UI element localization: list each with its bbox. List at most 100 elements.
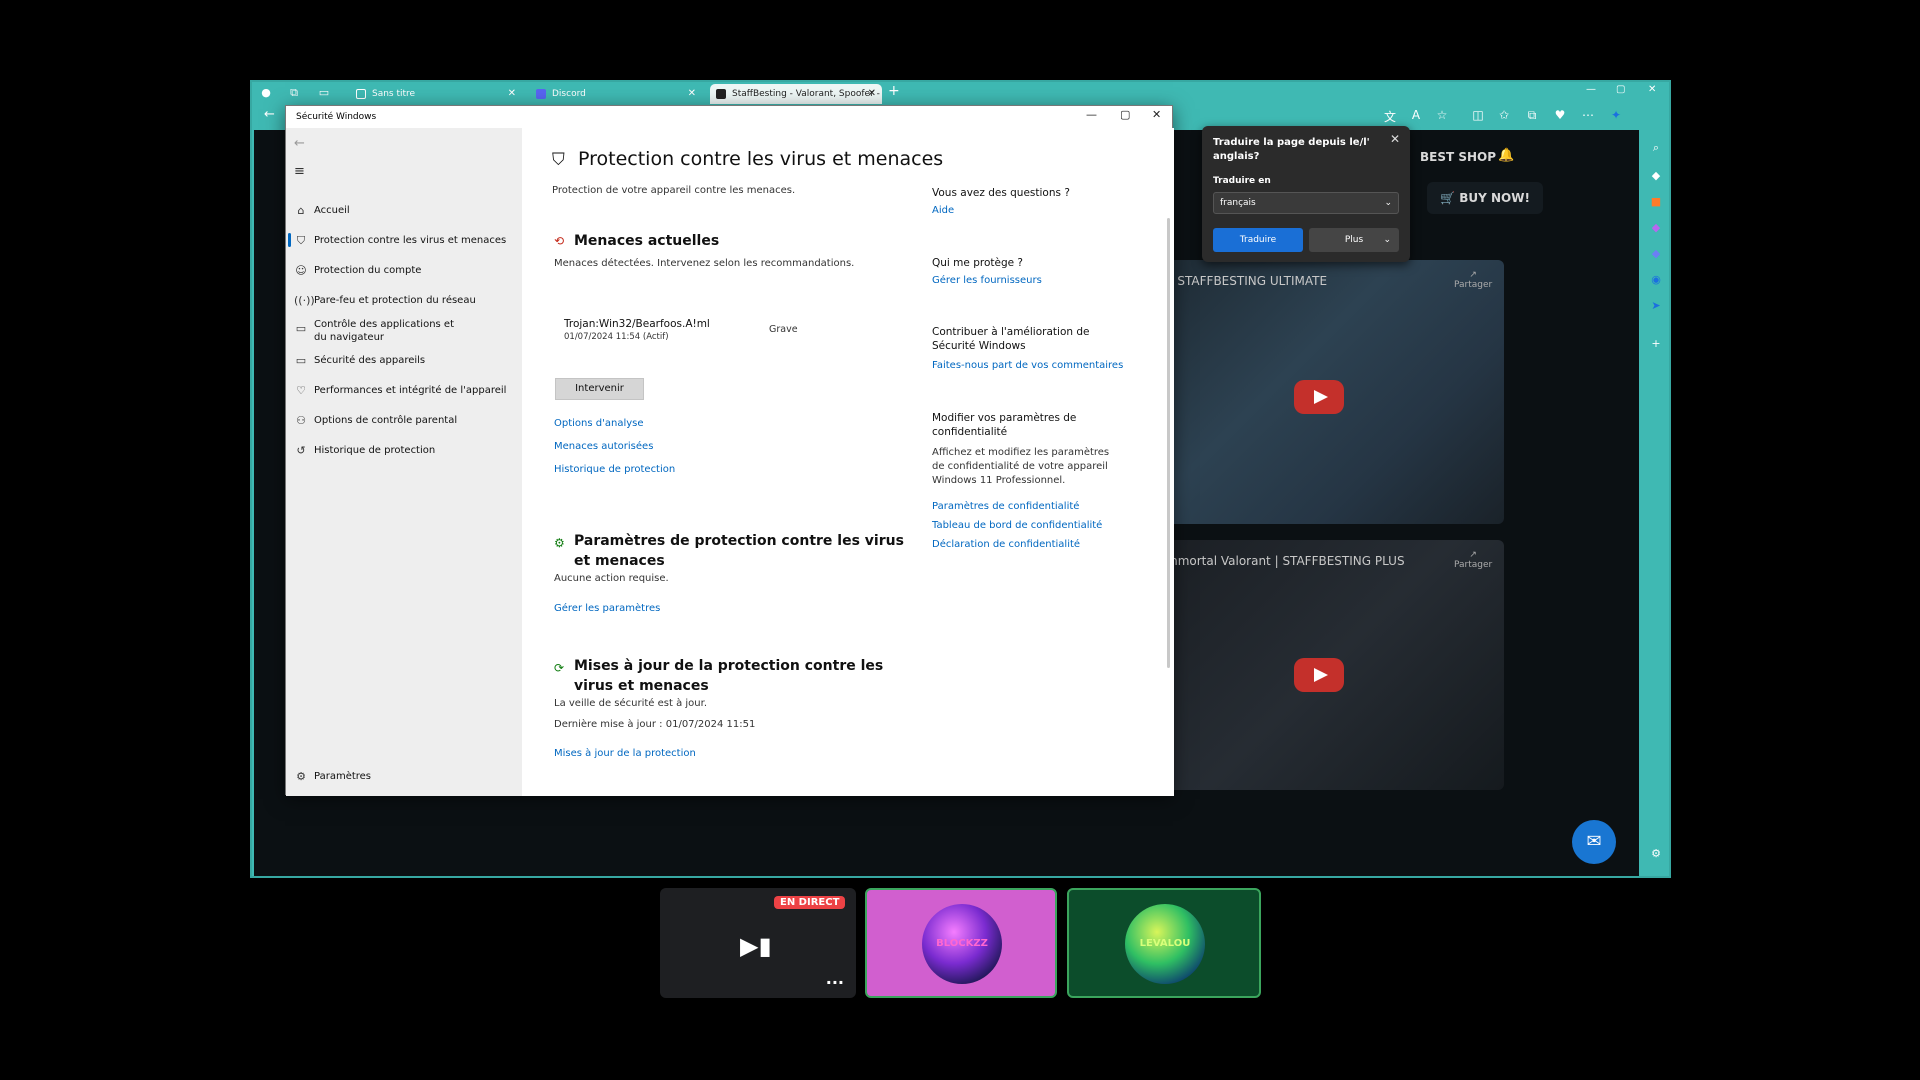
maximize-icon[interactable]: ▢: [1120, 108, 1130, 121]
home-icon: ⌂: [297, 204, 305, 217]
windows-security-window: Sécurité Windows — ▢ ✕ ← ≡ ⌂ Accueil ⛉ P…: [285, 105, 1174, 796]
participant-tile[interactable]: BLOCKZZ: [865, 888, 1057, 998]
page-icon: [356, 89, 366, 99]
video-card[interactable]: mmortal Valorant | STAFFBESTING PLUS ↗ Pa…: [1154, 540, 1504, 790]
language-select[interactable]: français ⌄: [1213, 192, 1399, 214]
manage-settings-link[interactable]: Gérer les paramètres: [554, 603, 660, 614]
new-tab-button[interactable]: +: [888, 83, 900, 99]
chevron-down-icon: ⌄: [1383, 235, 1391, 245]
buy-now-button[interactable]: 🛒 BUY NOW!: [1427, 182, 1543, 214]
close-icon[interactable]: ✕: [688, 84, 696, 104]
profile-icon[interactable]: ●: [258, 85, 274, 101]
translate-button[interactable]: Traduire: [1213, 228, 1303, 252]
share-button[interactable]: ↗ Partager: [1454, 550, 1492, 570]
scrollbar[interactable]: [1167, 218, 1170, 668]
window-title: Sécurité Windows: [296, 112, 377, 122]
tab-staffbesting[interactable]: StaffBesting - Valorant, Spoofer - ✕: [710, 84, 882, 104]
back-arrow-icon[interactable]: ←: [264, 107, 275, 122]
shopping-icon[interactable]: ■: [1648, 194, 1664, 210]
allowed-threats-link[interactable]: Menaces autorisées: [554, 441, 653, 452]
back-arrow-icon[interactable]: ←: [294, 136, 305, 151]
split-screen-icon[interactable]: ◫: [1470, 108, 1486, 122]
help-link[interactable]: Aide: [932, 205, 954, 216]
chat-icon[interactable]: ✉: [1572, 820, 1616, 864]
video-card[interactable]: n STAFFBESTING ULTIMATE ↗ Partager: [1154, 260, 1504, 524]
threat-severity: Grave: [769, 324, 798, 335]
tab-actions-icon[interactable]: ▭: [316, 85, 332, 101]
contribute-heading: Contribuer à l'amélioration de Sécurité …: [932, 326, 1090, 352]
chevron-down-icon: ⌄: [1384, 198, 1392, 208]
scan-options-link[interactable]: Options d'analyse: [554, 418, 644, 429]
intervene-button[interactable]: Intervenir: [555, 378, 644, 400]
update-icon: ⟳: [554, 661, 565, 675]
who-protects-heading: Qui me protège ?: [932, 257, 1023, 269]
avatar: BLOCKZZ: [922, 904, 1002, 984]
participant-tile-stream[interactable]: EN DIRECT ▶▮ ···: [660, 888, 856, 998]
privacy-dashboard-link[interactable]: Tableau de bord de confidentialité: [932, 520, 1102, 531]
feedback-link[interactable]: Faites-nous part de vos commentaires: [932, 360, 1123, 371]
tools-icon[interactable]: ◆: [1648, 220, 1664, 236]
manage-providers-link[interactable]: Gérer les fournisseurs: [932, 275, 1042, 286]
edge-sidebar: ⌕ ◆ ■ ◆ ◆ ◉ ➤ + ⚙: [1642, 130, 1670, 876]
more-icon[interactable]: ⋯: [1580, 108, 1596, 122]
add-icon[interactable]: +: [1648, 336, 1664, 352]
translate-title: Traduire la page depuis le/l' anglais?: [1213, 137, 1370, 162]
close-icon[interactable]: ✕: [868, 84, 876, 104]
close-icon[interactable]: ✕: [1390, 132, 1400, 146]
best-shop-link[interactable]: BEST SHOP: [1420, 150, 1496, 164]
games-icon[interactable]: ◆: [1648, 246, 1664, 262]
close-icon[interactable]: ✕: [1152, 108, 1161, 121]
family-icon: ⚇: [296, 414, 306, 427]
shield-icon: ⛉: [296, 234, 306, 247]
search-icon[interactable]: ⌕: [1648, 140, 1664, 156]
close-icon[interactable]: ✕: [508, 84, 516, 104]
close-icon[interactable]: ✕: [1648, 84, 1656, 95]
protection-history-link[interactable]: Historique de protection: [554, 464, 675, 475]
privacy-settings-link[interactable]: Paramètres de confidentialité: [932, 501, 1079, 512]
gear-icon[interactable]: ⚙: [1648, 846, 1664, 862]
heart-icon: ♡: [296, 384, 306, 397]
wifi-icon: ((·)): [294, 294, 315, 307]
youtube-play-icon[interactable]: [1294, 380, 1344, 414]
threat-clock-icon: ⟲: [554, 234, 565, 248]
more-button[interactable]: Plus ⌄: [1309, 228, 1399, 252]
app-window-icon: ▭: [295, 322, 307, 335]
share-button[interactable]: ↗ Partager: [1454, 270, 1492, 290]
copilot-icon[interactable]: ◆: [1648, 168, 1664, 184]
cart-icon: 🛒: [1440, 191, 1460, 205]
page-subtitle: Protection de votre appareil contre les …: [552, 185, 796, 196]
privacy-heading: Modifier vos paramètres de confidentiali…: [932, 412, 1077, 438]
live-badge: EN DIRECT: [774, 896, 846, 909]
favorites-icon[interactable]: ✩: [1496, 108, 1512, 122]
bell-icon[interactable]: 🔔: [1498, 148, 1514, 163]
translate-icon[interactable]: 文: [1382, 108, 1398, 125]
menu-icon[interactable]: ≡: [294, 164, 305, 179]
star-icon[interactable]: ☆: [1434, 108, 1450, 122]
tab-sans-titre[interactable]: Sans titre ✕: [350, 84, 522, 104]
send-icon[interactable]: ➤: [1648, 298, 1664, 314]
threat-name[interactable]: Trojan:Win32/Bearfoos.A!ml: [564, 318, 710, 330]
browser-essentials-icon[interactable]: ♥: [1552, 108, 1568, 122]
minimize-icon[interactable]: —: [1586, 84, 1596, 95]
read-aloud-icon[interactable]: A: [1408, 108, 1424, 122]
video-title: mmortal Valorant | STAFFBESTING PLUS: [1166, 554, 1405, 568]
participant-tile[interactable]: LEVALOU: [1067, 888, 1261, 998]
youtube-play-icon[interactable]: [1294, 658, 1344, 692]
privacy-statement-link[interactable]: Déclaration de confidentialité: [932, 539, 1080, 550]
minimize-icon[interactable]: —: [1086, 108, 1097, 121]
video-title: n STAFFBESTING ULTIMATE: [1166, 274, 1328, 288]
translate-label: Traduire en: [1213, 176, 1271, 186]
tab-discord[interactable]: Discord ✕: [530, 84, 702, 104]
updates-status: La veille de sécurité est à jour.: [554, 698, 708, 709]
collections-icon[interactable]: ⧉: [1524, 108, 1540, 123]
shield-icon: ⛉: [552, 150, 565, 170]
updates-heading: Mises à jour de la protection contre les…: [574, 658, 884, 694]
protection-updates-link[interactable]: Mises à jour de la protection: [554, 748, 696, 759]
maximize-icon[interactable]: ▢: [1616, 84, 1625, 95]
copilot-icon[interactable]: ✦: [1608, 108, 1624, 122]
more-options-icon[interactable]: ···: [826, 973, 844, 992]
workspaces-icon[interactable]: ⧉: [286, 85, 302, 101]
history-icon: ↺: [296, 444, 306, 457]
outlook-icon[interactable]: ◉: [1648, 272, 1664, 288]
laptop-icon: ▭: [295, 354, 307, 367]
